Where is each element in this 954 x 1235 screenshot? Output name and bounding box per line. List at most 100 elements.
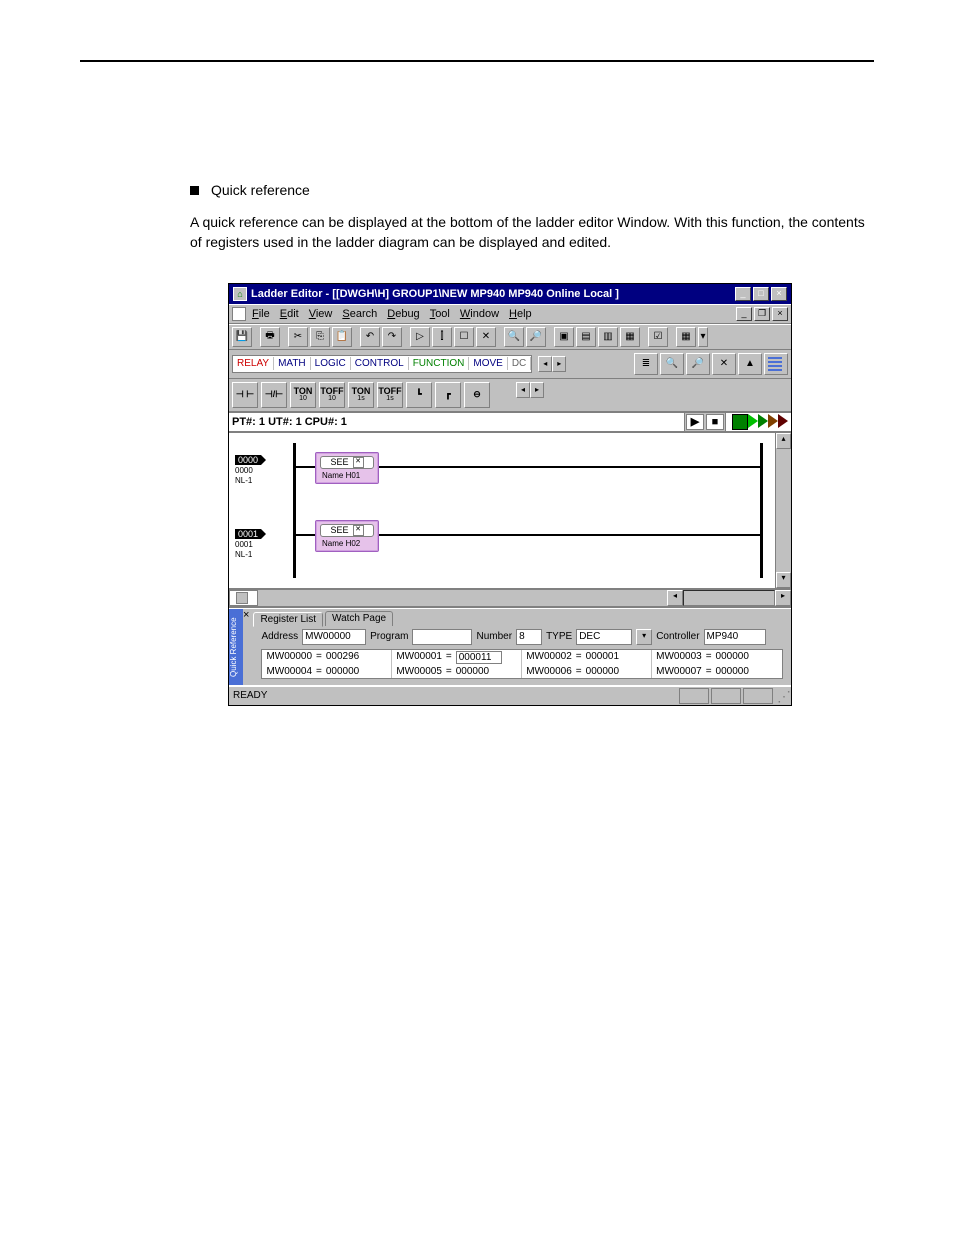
ladder-draw-area[interactable]: SEE✕ Name H01 SEE✕ Name H02: [287, 433, 775, 588]
ton1s-icon[interactable]: TON1s: [348, 382, 374, 408]
tab-watch-page[interactable]: Watch Page: [325, 611, 393, 626]
block-close-0-icon[interactable]: ✕: [353, 457, 364, 468]
menu-view[interactable]: View: [309, 308, 333, 320]
branch-up-icon[interactable]: ┗: [406, 382, 432, 408]
scroll-down-icon[interactable]: ▾: [776, 572, 791, 588]
paste-icon[interactable]: 📋: [332, 327, 352, 347]
minimize-button[interactable]: _: [735, 287, 751, 301]
redo-icon[interactable]: ↷: [382, 327, 402, 347]
maximize-button[interactable]: □: [753, 287, 769, 301]
zoom-in-icon[interactable]: 🔍: [660, 353, 684, 375]
reg-v-0[interactable]: 000296: [326, 651, 366, 664]
reg-v-1[interactable]: 000011: [456, 651, 502, 664]
mdi-minimize-button[interactable]: _: [736, 307, 752, 321]
number-input[interactable]: [516, 629, 542, 645]
palette-tab-relay[interactable]: RELAY: [233, 357, 274, 370]
findnext-icon[interactable]: 🔎: [526, 327, 546, 347]
menu-debug[interactable]: Debug: [387, 308, 419, 320]
hscroll-thumb[interactable]: [683, 590, 775, 606]
panel-side-handle[interactable]: Quick Reference: [229, 609, 243, 685]
print-icon[interactable]: 🖶: [260, 327, 280, 347]
app-icon[interactable]: ⌂: [233, 287, 247, 301]
ladder-canvas[interactable]: 0000 0000 NL-1 0001 0001 NL-1 SEE✕ Name …: [229, 433, 791, 589]
titlebar[interactable]: ⌂ Ladder Editor - [[DWGH\H] GROUP1\NEW M…: [229, 284, 791, 304]
palette-tab-dc[interactable]: DC: [508, 357, 531, 370]
ton10-icon[interactable]: TON10: [290, 382, 316, 408]
dropdown-icon[interactable]: ▾: [698, 327, 708, 347]
scroll-up-icon[interactable]: ▴: [776, 433, 791, 449]
type-dropdown-icon[interactable]: ▾: [636, 629, 652, 645]
mdi-restore-button[interactable]: ❐: [754, 307, 770, 321]
sheet-tab[interactable]: [229, 590, 258, 606]
box3-icon[interactable]: ▥: [598, 327, 618, 347]
contact-nc-icon[interactable]: ⊣/⊢: [261, 382, 287, 408]
palette-scroll-right-icon[interactable]: ▸: [552, 356, 566, 372]
check-icon[interactable]: ☑: [648, 327, 668, 347]
play-controls: ▶ ■: [684, 412, 726, 432]
hscroll-left-icon[interactable]: ◂: [667, 590, 683, 606]
ladder-block-1[interactable]: SEE✕ Name H02: [315, 520, 379, 552]
delete-row-icon[interactable]: ✕: [476, 327, 496, 347]
palette-tab-control[interactable]: CONTROL: [351, 357, 409, 370]
type-select[interactable]: [576, 629, 632, 645]
element-icon[interactable]: ⫿: [432, 327, 452, 347]
program-input[interactable]: [412, 629, 472, 645]
view-tool-x-icon[interactable]: ✕: [712, 353, 736, 375]
toff10-icon[interactable]: TOFF10: [319, 382, 345, 408]
cut-icon[interactable]: ✂: [288, 327, 308, 347]
view-tool-1-icon[interactable]: ≣: [634, 353, 658, 375]
doc-icon[interactable]: [232, 307, 246, 321]
ladder-block-0[interactable]: SEE✕ Name H01: [315, 452, 379, 484]
view-tool-up-icon[interactable]: ▲: [738, 353, 762, 375]
play-button[interactable]: ▶: [686, 414, 704, 430]
coil-icon[interactable]: ⊖: [464, 382, 490, 408]
box2-icon[interactable]: ▤: [576, 327, 596, 347]
table-icon[interactable]: ▦: [676, 327, 696, 347]
stop-button[interactable]: ■: [706, 414, 724, 430]
palette-tab-logic[interactable]: LOGIC: [311, 357, 351, 370]
reg-v-3[interactable]: 000000: [716, 651, 756, 664]
branch-down-icon[interactable]: ┏: [435, 382, 461, 408]
reg-v-6[interactable]: 000000: [586, 666, 626, 677]
close-button[interactable]: ×: [771, 287, 787, 301]
menu-tool[interactable]: Tool: [430, 308, 450, 320]
contact-no-icon[interactable]: ⊣ ⊢: [232, 382, 258, 408]
menu-search[interactable]: Search: [342, 308, 377, 320]
palette-scroll-left-icon[interactable]: ◂: [538, 356, 552, 372]
address-input[interactable]: [302, 629, 366, 645]
status-arrow-2-icon: [758, 414, 768, 428]
hscroll-right-icon[interactable]: ▸: [775, 590, 791, 606]
menu-help[interactable]: Help: [509, 308, 532, 320]
box4-icon[interactable]: ▦: [620, 327, 640, 347]
menu-edit[interactable]: Edit: [280, 308, 299, 320]
vertical-scrollbar[interactable]: ▴ ▾: [775, 433, 791, 588]
ladder-scroll-left-icon[interactable]: ◂: [516, 382, 530, 398]
controller-input[interactable]: [704, 629, 766, 645]
pointer-icon[interactable]: ▷: [410, 327, 430, 347]
reg-v-7[interactable]: 000000: [716, 666, 756, 677]
undo-icon[interactable]: ↶: [360, 327, 380, 347]
box1-icon[interactable]: ▣: [554, 327, 574, 347]
palette-tab-function[interactable]: FUNCTION: [409, 357, 470, 370]
reg-v-2[interactable]: 000001: [586, 651, 626, 664]
menu-window[interactable]: Window: [460, 308, 499, 320]
insert-row-icon[interactable]: ☐: [454, 327, 474, 347]
menu-file[interactable]: File: [252, 308, 270, 320]
tab-register-list[interactable]: Register List: [253, 612, 323, 627]
save-icon[interactable]: 💾: [232, 327, 252, 347]
palette-tab-move[interactable]: MOVE: [469, 357, 507, 370]
resize-grip-icon[interactable]: ⋰: [777, 691, 787, 701]
block-close-1-icon[interactable]: ✕: [353, 525, 364, 536]
view-tool-lines-icon[interactable]: [764, 353, 788, 375]
ladder-scroll-right-icon[interactable]: ▸: [530, 382, 544, 398]
toff1s-icon[interactable]: TOFF1s: [377, 382, 403, 408]
zoom-out-icon[interactable]: 🔎: [686, 353, 710, 375]
mdi-close-button[interactable]: ×: [772, 307, 788, 321]
find-icon[interactable]: 🔍: [504, 327, 524, 347]
reg-k-6: MW00006: [526, 666, 572, 677]
copy-icon[interactable]: ⎘: [310, 327, 330, 347]
reg-v-5[interactable]: 000000: [456, 666, 496, 677]
palette-tab-math[interactable]: MATH: [274, 357, 311, 370]
reg-v-4[interactable]: 000000: [326, 666, 366, 677]
rung-tag-1: 0001: [235, 529, 261, 539]
